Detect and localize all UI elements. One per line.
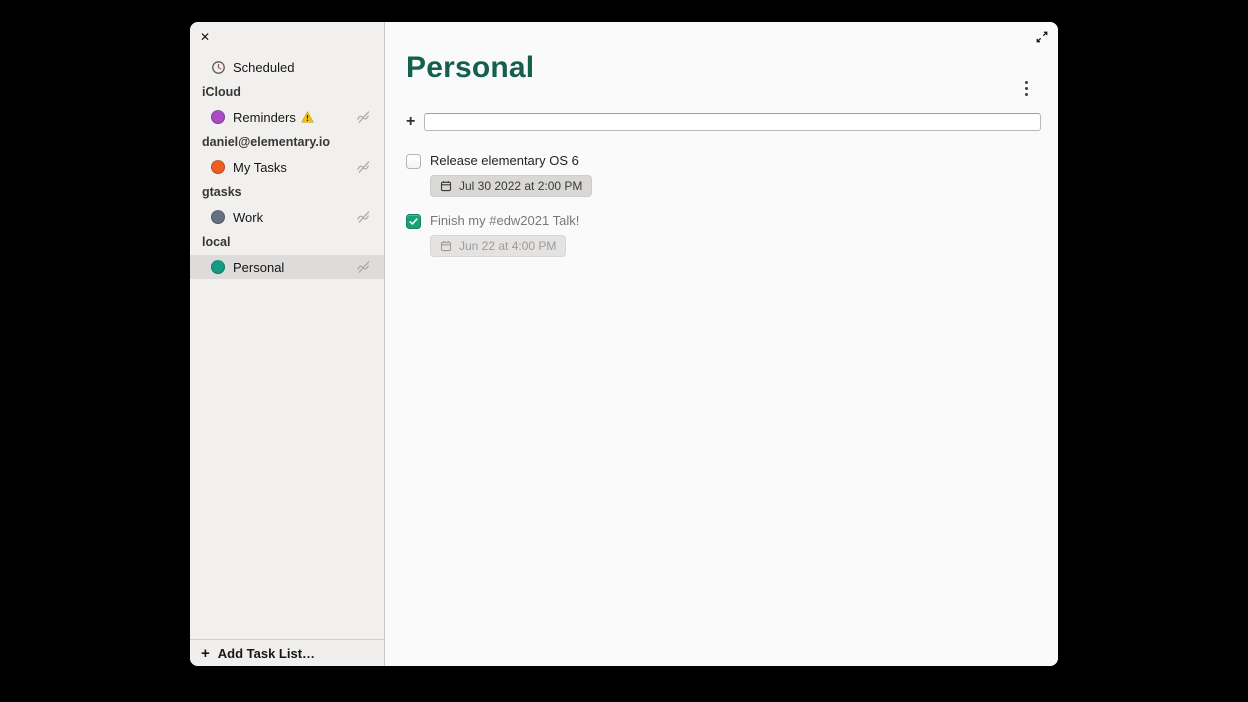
plus-icon: + (201, 646, 210, 661)
list-color-dot (211, 160, 225, 174)
new-task-row: + (406, 113, 1041, 131)
task-checkbox-unchecked[interactable] (406, 154, 421, 169)
offline-icon (356, 209, 372, 225)
sidebar-spacer (190, 279, 384, 639)
task-label[interactable]: Finish my #edw2021 Talk! (430, 213, 579, 229)
task-checkbox-checked[interactable] (406, 214, 421, 229)
close-icon: ✕ (200, 30, 210, 44)
sidebar-item-my-tasks[interactable]: My Tasks (190, 155, 384, 179)
main-panel: Personal + Release elementary OS 6 (385, 22, 1058, 666)
task-body: Release elementary OS 6 Jul 30 2022 at 2… (430, 153, 592, 197)
add-task-icon: + (406, 114, 415, 130)
add-task-list-label: Add Task List… (218, 646, 315, 661)
offline-icon (356, 159, 372, 175)
warning-icon (301, 111, 314, 123)
sidebar-item-label: Scheduled (233, 60, 294, 75)
sidebar-item-label: Work (233, 210, 263, 225)
sidebar-section-header-local: local (190, 235, 384, 249)
sidebar-item-label: My Tasks (233, 160, 287, 175)
checkmark-icon (408, 216, 419, 227)
expand-window-button[interactable] (1034, 29, 1050, 45)
sidebar: ✕ Scheduled iCloud Reminders (190, 22, 385, 666)
sidebar-section-header-gtasks: gtasks (190, 185, 384, 199)
offline-icon (356, 109, 372, 125)
clock-icon (211, 60, 226, 75)
sidebar-section-header-daniel: daniel@elementary.io (190, 135, 384, 149)
screen-background: ✕ Scheduled iCloud Reminders (0, 0, 1248, 702)
list-menu-button[interactable] (1021, 78, 1031, 98)
sidebar-item-personal[interactable]: Personal (190, 255, 384, 279)
task-label[interactable]: Release elementary OS 6 (430, 153, 592, 169)
tasks-window: ✕ Scheduled iCloud Reminders (190, 22, 1058, 666)
due-date-chip[interactable]: Jul 30 2022 at 2:00 PM (430, 175, 592, 197)
add-task-list-button[interactable]: + Add Task List… (190, 639, 384, 666)
sidebar-item-label: Personal (233, 260, 284, 275)
due-date-label: Jun 22 at 4:00 PM (459, 239, 556, 253)
offline-icon (356, 259, 372, 275)
list-color-dot (211, 110, 225, 124)
new-task-input[interactable] (424, 113, 1041, 131)
task-row: Release elementary OS 6 Jul 30 2022 at 2… (406, 153, 1041, 197)
menu-dots-icon (1025, 81, 1028, 96)
calendar-icon (440, 240, 452, 252)
sidebar-item-scheduled[interactable]: Scheduled (190, 55, 384, 79)
list-color-dot (211, 210, 225, 224)
sidebar-section-header-icloud: iCloud (190, 85, 384, 99)
sidebar-item-label: Reminders (233, 110, 296, 125)
sidebar-item-work[interactable]: Work (190, 205, 384, 229)
list-color-dot (211, 260, 225, 274)
task-row: Finish my #edw2021 Talk! Jun 22 at 4:00 … (406, 213, 1041, 257)
expand-icon (1035, 30, 1049, 44)
due-date-label: Jul 30 2022 at 2:00 PM (459, 179, 582, 193)
close-button[interactable]: ✕ (200, 30, 216, 44)
task-body: Finish my #edw2021 Talk! Jun 22 at 4:00 … (430, 213, 579, 257)
page-title: Personal (406, 51, 1041, 85)
due-date-chip[interactable]: Jun 22 at 4:00 PM (430, 235, 566, 257)
sidebar-item-reminders[interactable]: Reminders (190, 105, 384, 129)
calendar-icon (440, 180, 452, 192)
